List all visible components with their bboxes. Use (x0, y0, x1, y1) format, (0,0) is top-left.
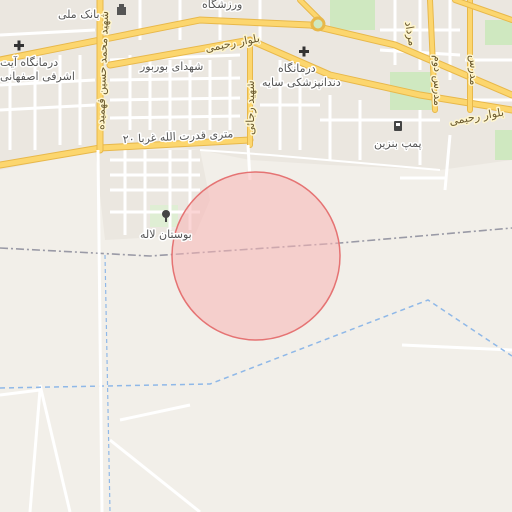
bank-melli-label: بانک ملی (58, 8, 100, 21)
bustan-laleh-label: بوستان لاله (140, 228, 192, 241)
darmangah-ayatollah-label: درمانگاه آیت (0, 55, 58, 69)
map-view[interactable]: بانک ملی ورزشگاه درمانگاه آیت اشرفی اصفه… (0, 0, 512, 512)
park-area (485, 20, 512, 45)
shahid-rajaei-label: شهید رجائی (244, 80, 257, 135)
darmangah-label: درمانگاه (278, 62, 316, 75)
dandanpezeshki-label: دندانپزشکی سایه (262, 76, 341, 89)
park-area (330, 0, 375, 30)
highlight-radius[interactable] (171, 171, 341, 341)
varzeshgah-label: ورزشگاه (202, 0, 242, 11)
park-area (495, 130, 512, 160)
madras-label: مدرس (467, 55, 480, 86)
modarres2-label: مدرس دوم (431, 55, 444, 106)
pomp-benzin-label: پمپ بنزین (374, 137, 422, 150)
fuel-icon[interactable] (394, 121, 402, 131)
map-canvas: بانک ملی ورزشگاه درمانگاه آیت اشرفی اصفه… (0, 0, 512, 512)
roundabout (310, 16, 326, 32)
shohada-boorboor-label: شهدای بوربور (139, 60, 203, 73)
ashrafi-label: اشرفی اصفهانی (0, 70, 75, 83)
